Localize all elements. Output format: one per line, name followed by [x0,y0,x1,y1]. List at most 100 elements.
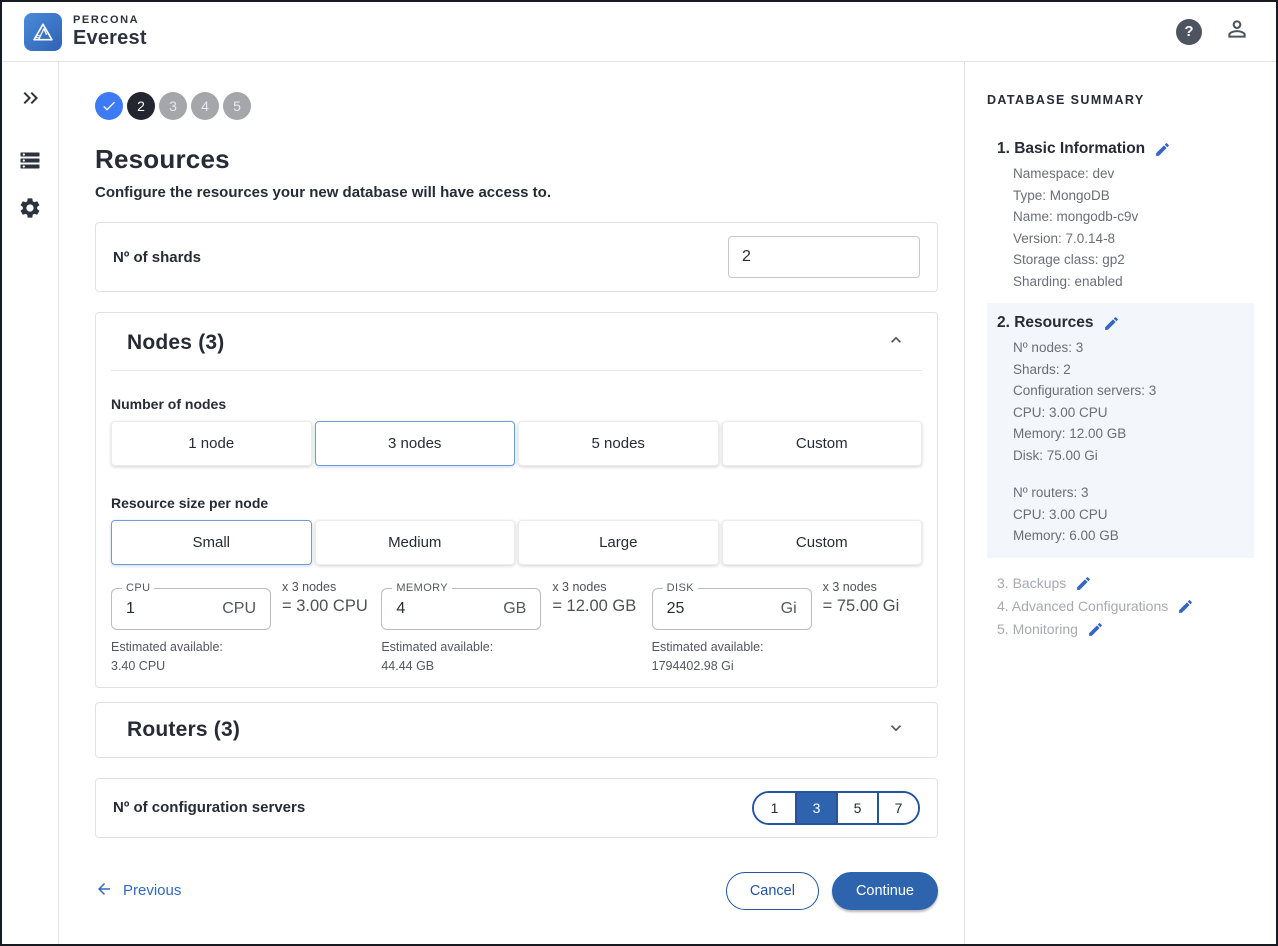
summary-item: Version: 7.0.14-8 [1013,228,1244,250]
summary-item: Configuration servers: 3 [1013,380,1244,402]
config-servers-toggle-group: 1357 [752,791,920,825]
resource-equation: x 3 nodes = 75.00 Gi [823,580,900,616]
percona-logo-icon [24,13,62,51]
edit-icon[interactable] [1087,621,1104,638]
brand-everest: Everest [73,28,147,48]
summary-section-heading: 2. Resources [997,314,1244,332]
edit-icon[interactable] [1177,598,1194,615]
summary-item: Nº routers: 3 [1013,482,1244,504]
previous-label: Previous [123,882,181,899]
summary-heading-text: 5. Monitoring [997,621,1078,637]
help-icon[interactable]: ? [1176,19,1202,45]
summary-section-1: 1. Basic Information Namespace: devType:… [987,129,1254,303]
estimated-label: Estimated available: [111,638,381,657]
summary-item: Namespace: dev [1013,163,1244,185]
nodes-option-3-nodes[interactable]: 3 nodes [315,421,516,466]
size-option-custom[interactable]: Custom [722,520,923,565]
summary-item: Memory: 6.00 GB [1013,525,1244,547]
edit-icon[interactable] [1075,575,1092,592]
wizard-footer: Previous Cancel Continue [95,872,938,910]
size-option-medium[interactable]: Medium [315,520,516,565]
number-of-nodes-label: Number of nodes [111,396,922,412]
estimated-value: 1794402.98 Gi [652,657,922,676]
brand: PERCONA Everest [24,13,147,51]
disk-input[interactable] [667,600,737,618]
summary-sections: 1. Basic Information Namespace: devType:… [987,129,1254,641]
summary-item: Type: MongoDB [1013,185,1244,207]
resources-row: CPU CPU x 3 nodes = 3.00 CPU Estimated a… [111,588,922,677]
summary-section-items: Namespace: devType: MongoDBName: mongodb… [997,163,1244,292]
database-summary-panel: DATABASE SUMMARY 1. Basic Information Na… [964,62,1276,944]
chevron-up-icon [886,330,906,355]
resource-multiplier: x 3 nodes [823,580,900,594]
summary-item: Memory: 12.00 GB [1013,423,1244,445]
resource-input-label: DISK [663,582,698,594]
config-servers-label: Nº of configuration servers [113,799,305,816]
resource-input-wrapper: CPU CPU [111,588,271,630]
number-of-nodes-toggle-group: 1 node3 nodes5 nodesCustom [111,421,922,466]
databases-icon[interactable] [18,148,42,172]
summary-heading-text: 3. Backups [997,575,1066,591]
stepper-step-3: 3 [159,92,187,120]
database-summary-title: DATABASE SUMMARY [987,93,1254,107]
resource-estimated: Estimated available: 3.40 CPU [111,638,381,677]
resource-input-label: MEMORY [392,582,452,594]
nodes-option-5-nodes[interactable]: 5 nodes [518,421,719,466]
settings-icon[interactable] [18,196,42,220]
estimated-value: 44.44 GB [381,657,651,676]
size-option-small[interactable]: Small [111,520,312,565]
summary-section-5: 5. Monitoring [987,618,1254,641]
config-servers-card: Nº of configuration servers 1357 [95,778,938,838]
cpu-input[interactable] [126,600,196,618]
config-servers-option-7[interactable]: 7 [877,793,918,823]
summary-item: Sharding: enabled [1013,271,1244,293]
shards-input[interactable] [728,236,920,278]
content-row: 2345 Resources Configure the resources y… [2,62,1276,944]
config-servers-option-3[interactable]: 3 [795,793,836,823]
nav-rail [2,62,59,944]
resource-input-wrapper: MEMORY GB [381,588,541,630]
resource-size-label: Resource size per node [111,495,922,511]
brand-percona: PERCONA [73,15,147,26]
cancel-button[interactable]: Cancel [726,872,819,910]
resource-unit: CPU [222,600,256,618]
summary-item: Disk: 75.00 Gi [1013,445,1244,467]
memory-input[interactable] [396,600,466,618]
stepper-step-5: 5 [223,92,251,120]
stepper-step-2: 2 [127,92,155,120]
nodes-option-custom[interactable]: Custom [722,421,923,466]
stepper-step-1[interactable] [95,92,123,120]
app-window: PERCONA Everest ? 2345 R [0,0,1278,946]
disk-resource-column: DISK Gi x 3 nodes = 75.00 Gi Estimated a… [652,588,922,677]
continue-button[interactable]: Continue [832,872,938,910]
footer-actions: Cancel Continue [726,872,938,910]
summary-heading-text: 1. Basic Information [997,140,1145,158]
summary-section-heading: 4. Advanced Configurations [997,598,1244,615]
nodes-accordion-body: Number of nodes 1 node3 nodes5 nodesCust… [96,371,937,687]
previous-button[interactable]: Previous [95,880,181,902]
stepper-step-4: 4 [191,92,219,120]
summary-section-items: Nº nodes: 3Shards: 2Configuration server… [997,337,1244,547]
config-servers-option-5[interactable]: 5 [836,793,877,823]
edit-icon[interactable] [1154,141,1171,158]
resource-total: = 12.00 GB [552,597,636,616]
resource-unit: Gi [781,600,797,618]
resource-unit: GB [503,600,526,618]
routers-accordion-title: Routers (3) [127,718,240,742]
check-icon [101,98,117,114]
size-option-large[interactable]: Large [518,520,719,565]
resource-estimated: Estimated available: 44.44 GB [381,638,651,677]
edit-icon[interactable] [1103,315,1120,332]
nodes-accordion-header[interactable]: Nodes (3) [96,313,937,370]
summary-section-3: 3. Backups [987,572,1254,595]
nodes-option-1-node[interactable]: 1 node [111,421,312,466]
summary-item [1013,466,1244,482]
page-title: Resources [95,144,938,175]
routers-accordion-header[interactable]: Routers (3) [96,703,937,757]
stepper: 2345 [95,92,938,120]
header-actions: ? [1176,16,1250,47]
user-icon[interactable] [1224,16,1250,47]
config-servers-option-1[interactable]: 1 [754,793,795,823]
collapse-sidebar-icon[interactable] [18,86,42,110]
chevron-down-icon [886,718,906,743]
